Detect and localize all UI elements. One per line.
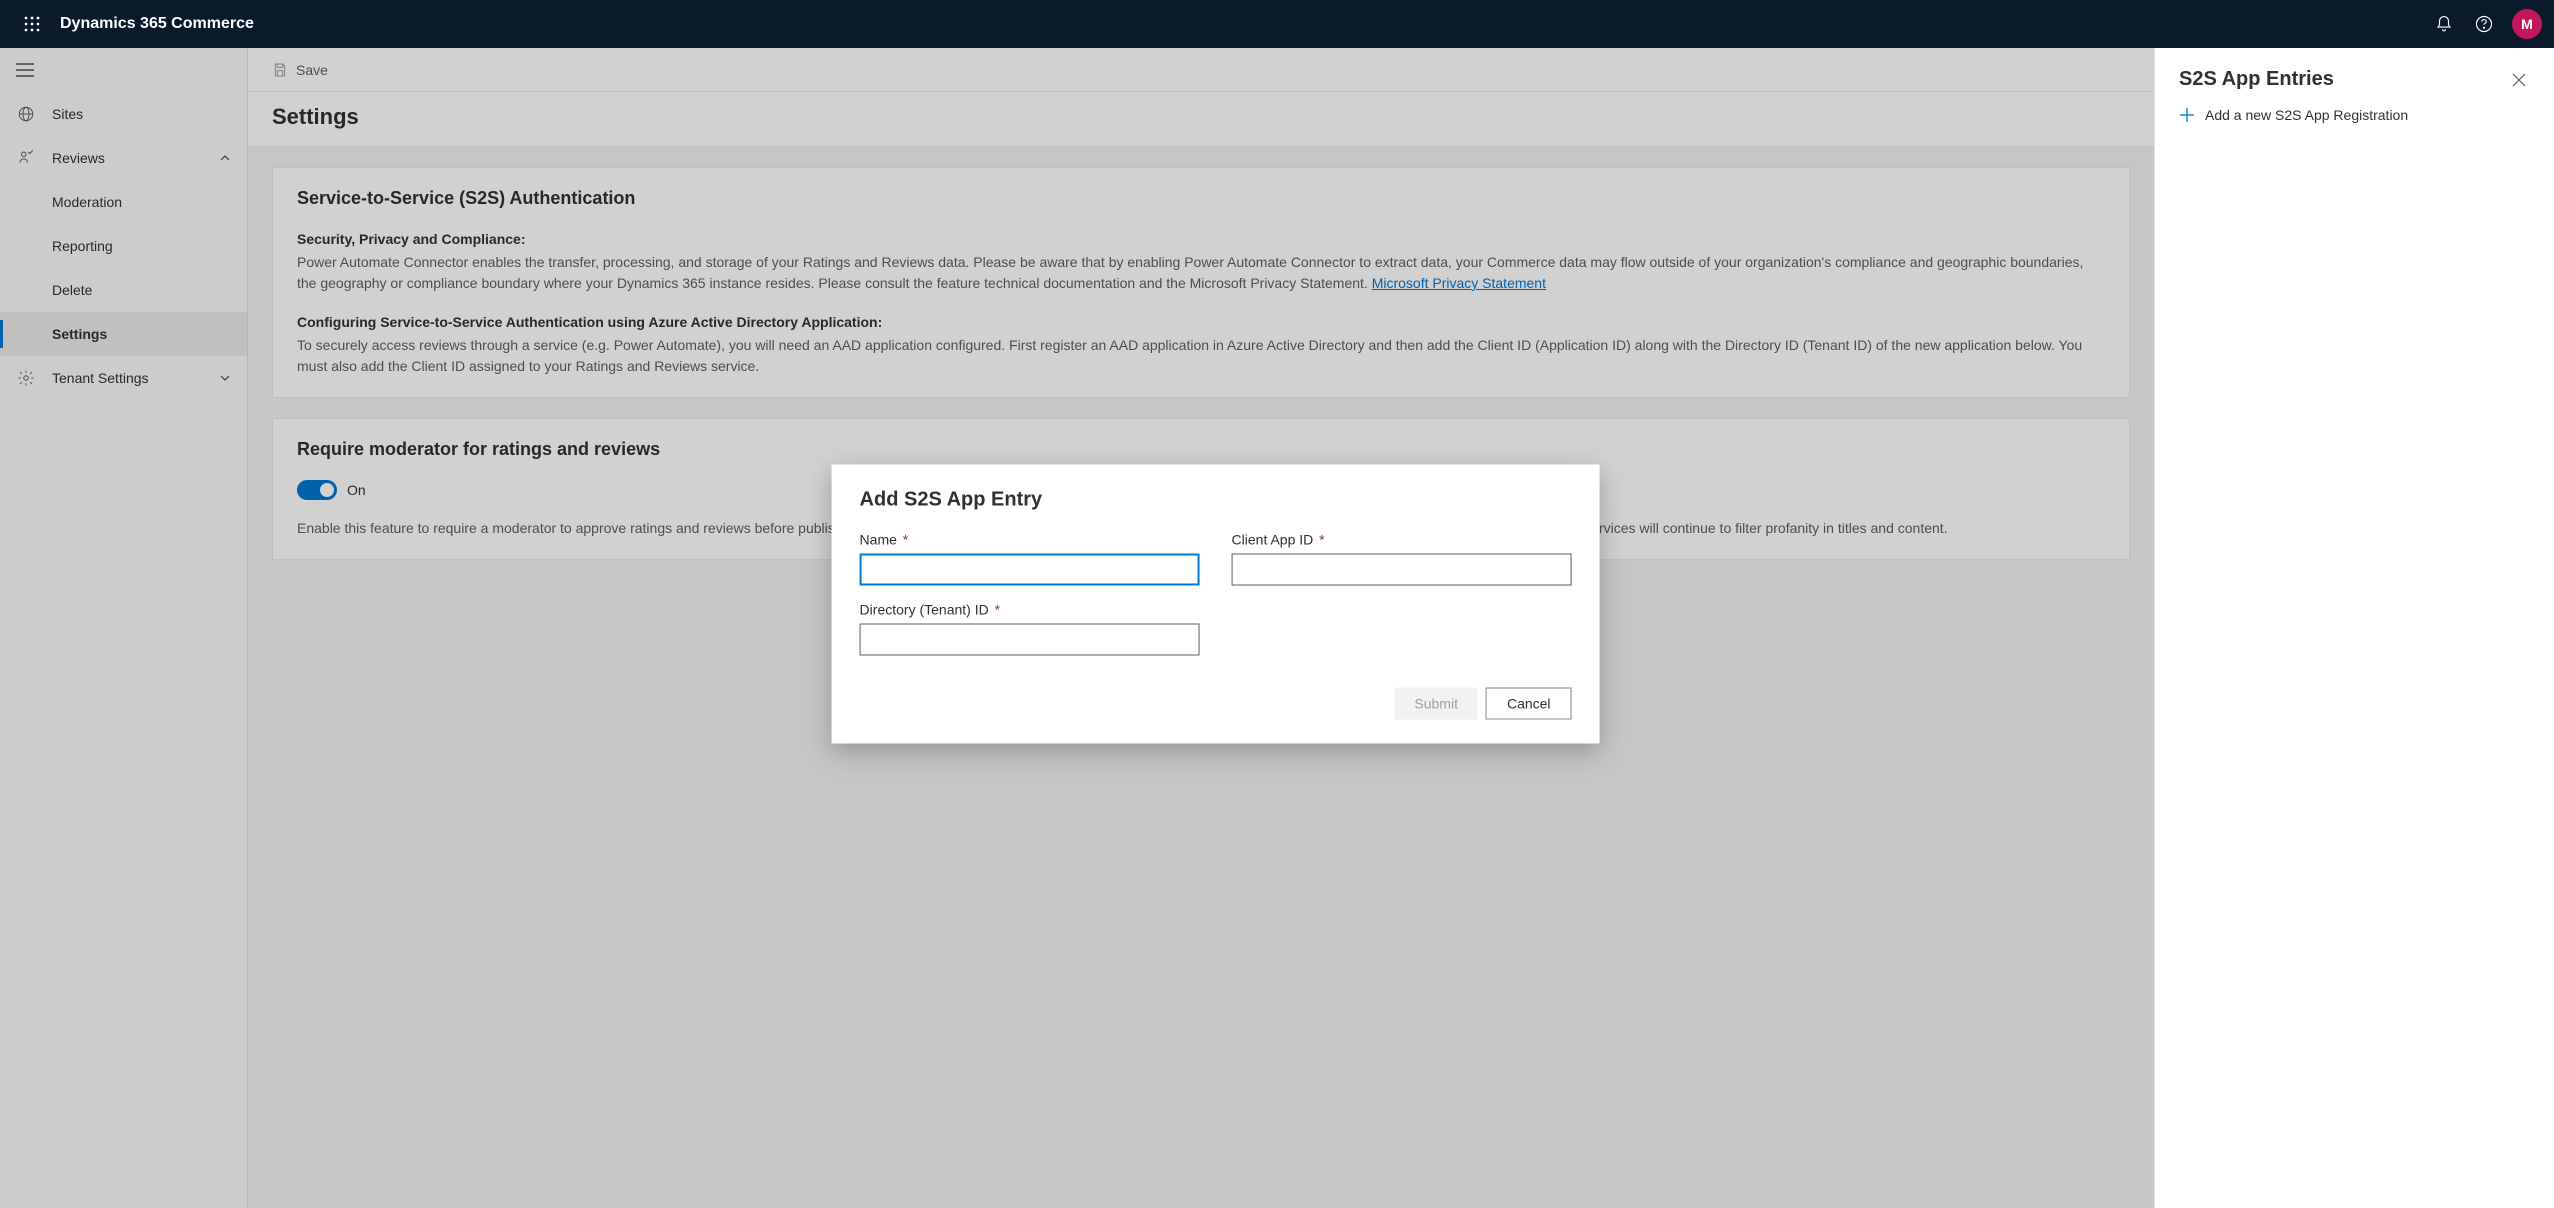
- help-icon: [2475, 15, 2493, 33]
- name-label: Name *: [860, 532, 1200, 548]
- bell-icon: [2435, 15, 2453, 33]
- avatar[interactable]: M: [2512, 9, 2542, 39]
- client-app-id-input[interactable]: [1232, 554, 1572, 586]
- right-panel: S2S App Entries Add a new S2S App Regist…: [2154, 48, 2554, 1208]
- app-launcher-button[interactable]: [12, 16, 52, 32]
- submit-button[interactable]: Submit: [1394, 688, 1478, 720]
- cancel-button[interactable]: Cancel: [1486, 688, 1572, 720]
- product-name: Dynamics 365 Commerce: [60, 15, 254, 33]
- add-s2s-modal: Add S2S App Entry Name * Client App ID *…: [832, 465, 1600, 744]
- tenant-id-label: Directory (Tenant) ID *: [860, 602, 1200, 618]
- add-entry-label: Add a new S2S App Registration: [2205, 107, 2408, 123]
- topbar: Dynamics 365 Commerce M: [0, 0, 2554, 48]
- help-button[interactable]: [2464, 0, 2504, 48]
- tenant-id-input[interactable]: [860, 624, 1200, 656]
- waffle-icon: [24, 16, 40, 32]
- plus-icon: [2179, 107, 2195, 123]
- client-app-id-label: Client App ID *: [1232, 532, 1572, 548]
- name-input[interactable]: [860, 554, 1200, 586]
- add-s2s-entry-button[interactable]: Add a new S2S App Registration: [2179, 107, 2530, 123]
- close-icon: [2512, 73, 2526, 87]
- close-panel-button[interactable]: [2508, 69, 2530, 91]
- notifications-button[interactable]: [2424, 0, 2464, 48]
- right-panel-title: S2S App Entries: [2179, 68, 2334, 91]
- modal-title: Add S2S App Entry: [860, 489, 1572, 512]
